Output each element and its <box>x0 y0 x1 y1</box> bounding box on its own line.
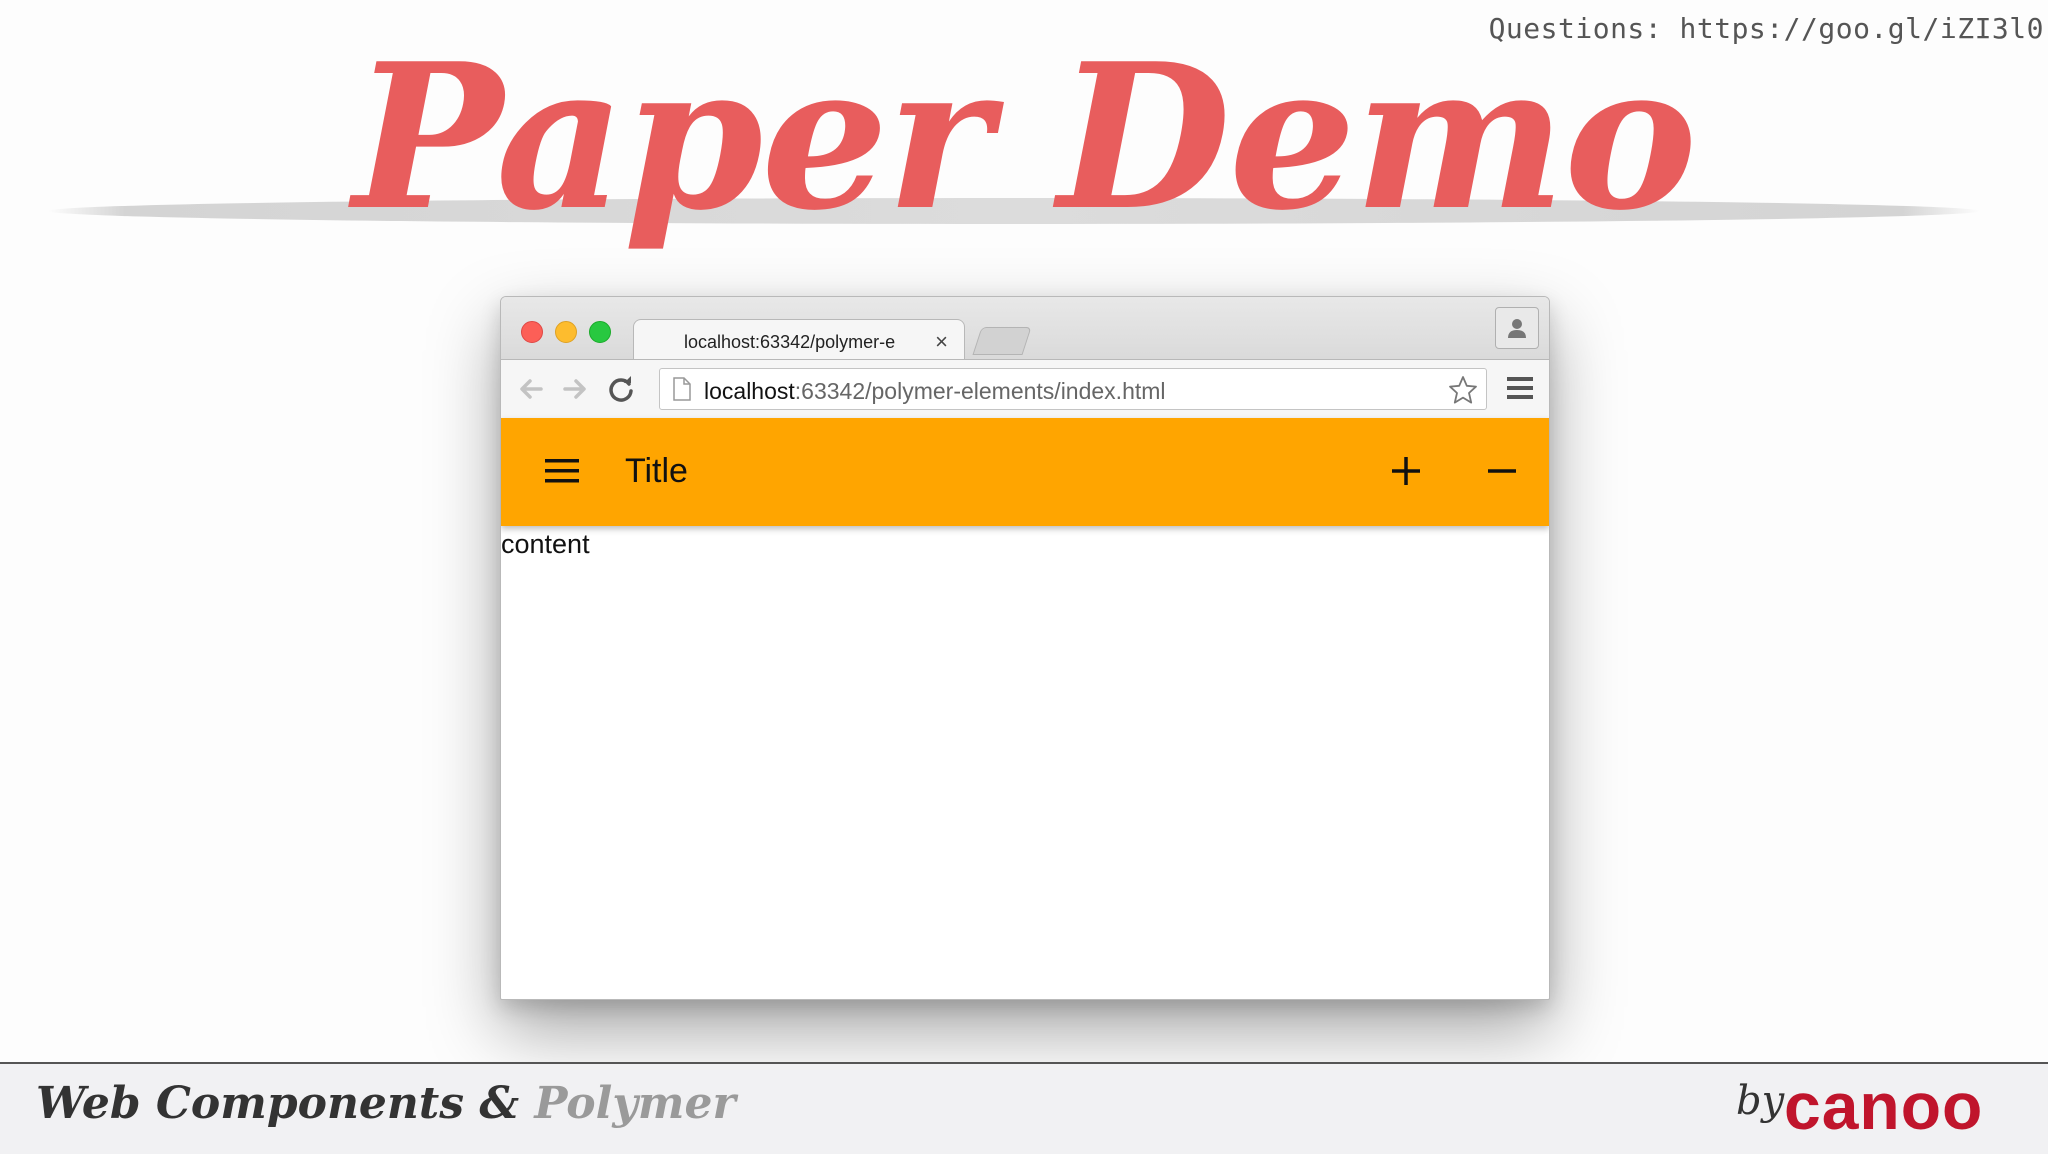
plus-icon[interactable] <box>1391 456 1421 486</box>
app-toolbar: Title <box>501 418 1549 526</box>
back-icon[interactable] <box>515 373 547 405</box>
maximize-window-button[interactable] <box>589 321 611 343</box>
tab-title: localhost:63342/polymer-e <box>684 332 896 352</box>
page-content: content <box>501 529 590 559</box>
forward-icon[interactable] <box>559 373 591 405</box>
footer-accent: Polymer <box>534 1078 736 1129</box>
profile-button[interactable] <box>1495 307 1539 349</box>
star-icon[interactable] <box>1448 375 1478 405</box>
tab-close-icon[interactable]: × <box>935 329 948 355</box>
slide-footer: Web Components & Polymer by canoo <box>0 1062 2048 1154</box>
profile-icon <box>1508 319 1526 338</box>
browser-window: localhost:63342/polymer-e × localhost:63… <box>500 296 1550 1000</box>
footer-by: by <box>1736 1078 1785 1124</box>
minus-icon[interactable] <box>1487 456 1517 486</box>
menu-icon[interactable] <box>1507 376 1533 400</box>
url-path: :63342/polymer-elements/index.html <box>794 378 1166 404</box>
slide-title: Paper Demo <box>352 20 1697 255</box>
hamburger-icon[interactable] <box>545 458 579 484</box>
page-icon <box>673 377 691 401</box>
brand-logo: canoo <box>1784 1069 1984 1143</box>
minimize-window-button[interactable] <box>555 321 577 343</box>
browser-tab[interactable]: localhost:63342/polymer-e × <box>633 319 965 360</box>
app-title: Title <box>625 452 688 490</box>
browser-toolbar: localhost:63342/polymer-elements/index.h… <box>501 359 1549 418</box>
url-host: localhost <box>704 378 795 404</box>
address-bar[interactable]: localhost:63342/polymer-elements/index.h… <box>659 368 1487 410</box>
tab-bar: localhost:63342/polymer-e × <box>501 297 1549 360</box>
new-tab-button[interactable] <box>972 327 1032 355</box>
footer-course-title: Web Components & Polymer <box>36 1078 736 1129</box>
reload-icon[interactable] <box>605 373 637 405</box>
footer-text: Web Components & <box>36 1078 520 1129</box>
close-window-button[interactable] <box>521 321 543 343</box>
url-text: localhost:63342/polymer-elements/index.h… <box>704 378 1166 405</box>
